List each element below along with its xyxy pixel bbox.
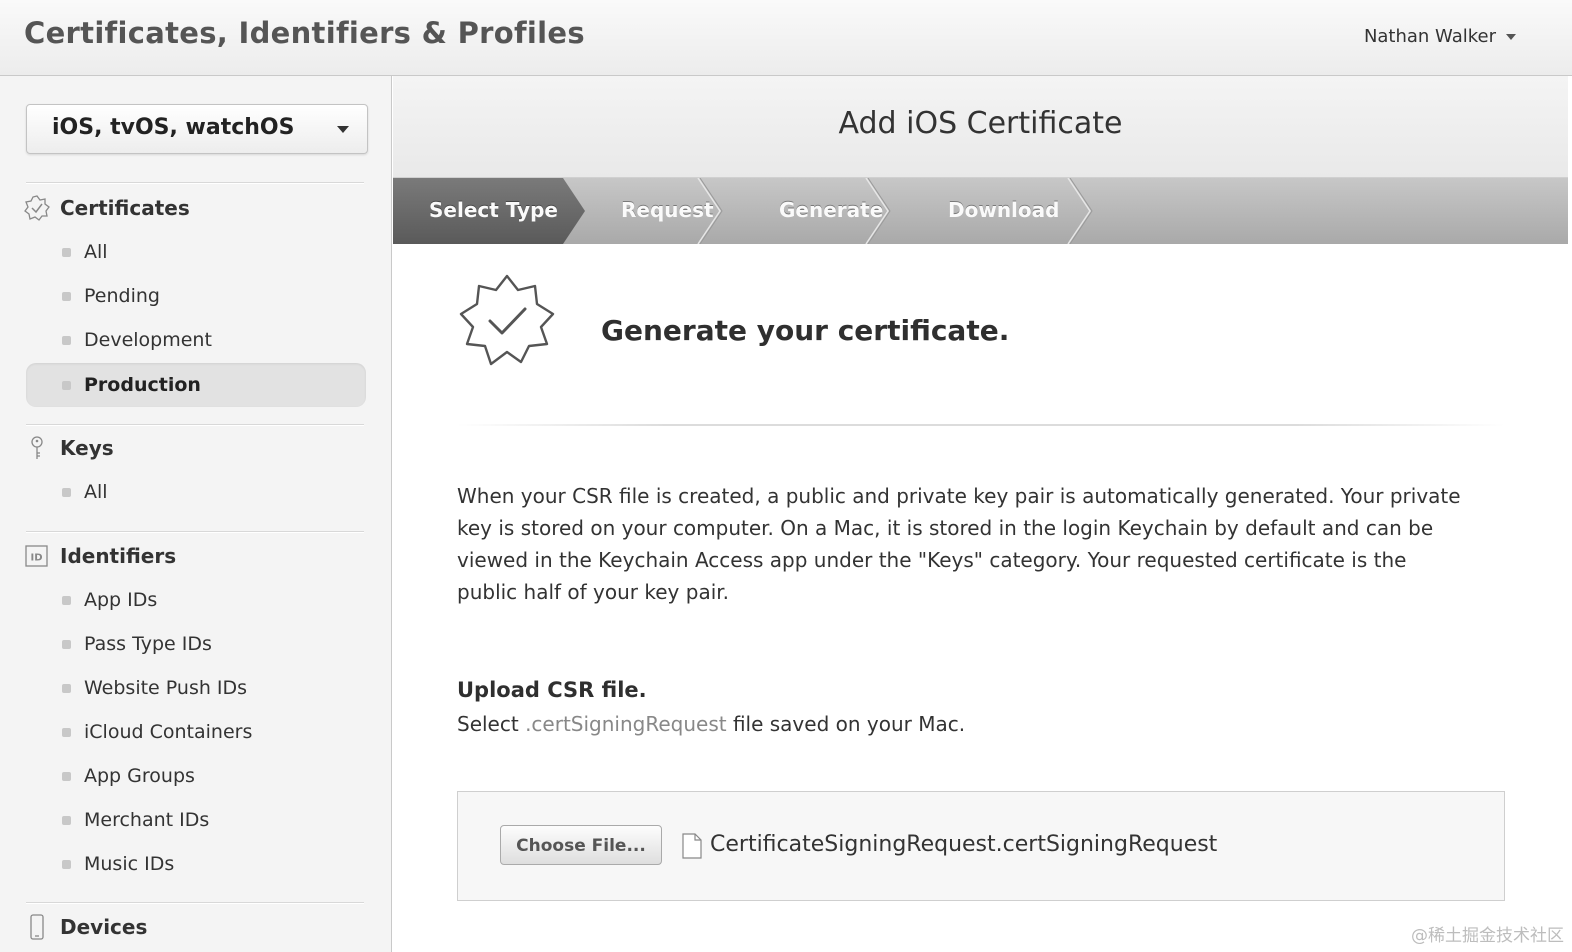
sidebar-item-certificates-all[interactable]: All: [26, 230, 366, 274]
certificate-badge-icon: [459, 274, 555, 366]
selected-file-name: CertificateSigningRequest.certSigningReq…: [710, 832, 1218, 857]
sidebar-item-label: Pass Type IDs: [84, 633, 212, 655]
sidebar-item-label: All: [84, 241, 108, 263]
sidebar-item-pending[interactable]: Pending: [26, 274, 366, 318]
sidebar-section-title: Certificates: [60, 196, 190, 220]
sidebar-item-app-groups[interactable]: App Groups: [26, 754, 366, 798]
sidebar-item-label: All: [84, 481, 108, 503]
user-menu[interactable]: Nathan Walker: [1364, 26, 1516, 47]
bullet-icon: [62, 335, 71, 345]
divider: [26, 531, 364, 533]
sidebar-item-label: Production: [84, 374, 201, 396]
generate-title: Generate your certificate.: [601, 314, 1010, 347]
file-upload-box: Choose File... CertificateSigningRequest…: [457, 791, 1505, 901]
user-name: Nathan Walker: [1363, 26, 1496, 47]
sidebar-item-icloud-containers[interactable]: iCloud Containers: [26, 710, 366, 754]
key-icon: [24, 435, 50, 461]
id-icon: ID: [24, 543, 50, 569]
bullet-icon: [62, 815, 71, 825]
sidebar-item-development[interactable]: Development: [26, 318, 366, 362]
sidebar-item-label: Development: [84, 329, 212, 351]
bullet-icon: [62, 859, 71, 869]
step-progress-bar: Select Type Request Generate Download: [393, 178, 1568, 244]
sidebar-item-label: Music IDs: [84, 853, 175, 875]
upload-hint-prefix: Select: [457, 712, 519, 736]
main-header: Add iOS Certificate: [393, 76, 1568, 178]
bullet-icon: [62, 639, 71, 649]
sidebar-section-keys[interactable]: Keys: [24, 434, 114, 462]
bullet-icon: [62, 487, 71, 497]
sidebar-item-music-ids[interactable]: Music IDs: [26, 842, 366, 886]
bullet-icon: [62, 727, 71, 737]
bullet-icon: [62, 595, 71, 605]
chevron-down-icon: [1506, 33, 1516, 40]
bullet-icon: [62, 247, 71, 257]
chevron-down-icon: [337, 126, 349, 133]
sidebar-item-keys-all[interactable]: All: [26, 470, 366, 514]
divider: [26, 182, 364, 184]
step-generate: Generate: [779, 198, 884, 222]
platform-select[interactable]: iOS, tvOS, watchOS: [26, 104, 368, 154]
sidebar-item-production[interactable]: Production: [26, 363, 366, 407]
sidebar-section-title: Identifiers: [60, 544, 177, 568]
bullet-icon: [62, 380, 71, 390]
device-icon: [24, 914, 50, 940]
main-content: Generate your certificate. When your CSR…: [393, 244, 1568, 952]
step-download: Download: [948, 198, 1060, 222]
platform-select-value: iOS, tvOS, watchOS: [52, 115, 295, 140]
app-title: Certificates, Identifiers & Profiles: [24, 16, 585, 50]
upload-hint-suffix: file saved on your Mac.: [732, 712, 966, 736]
sidebar-item-website-push-ids[interactable]: Website Push IDs: [26, 666, 366, 710]
upload-hint-extension: .certSigningRequest: [525, 712, 727, 736]
top-header: Certificates, Identifiers & Profiles Nat…: [0, 0, 1572, 76]
certificate-badge-icon: [24, 195, 50, 221]
sidebar-section-certificates[interactable]: Certificates: [24, 194, 190, 222]
bullet-icon: [62, 683, 71, 693]
bullet-icon: [62, 291, 71, 301]
bullet-icon: [62, 771, 71, 781]
page-title: Add iOS Certificate: [838, 106, 1123, 141]
sidebar-item-label: iCloud Containers: [84, 721, 253, 743]
divider: [26, 424, 364, 426]
step-select-type: Select Type: [429, 198, 558, 222]
sidebar-item-label: Website Push IDs: [84, 677, 248, 699]
sidebar-section-title: Keys: [60, 436, 114, 460]
sidebar: iOS, tvOS, watchOS Certificates All Pend…: [0, 76, 392, 952]
step-request: Request: [621, 198, 714, 222]
sidebar-section-title: Devices: [60, 915, 148, 939]
watermark: @稀土掘金技术社区: [1411, 926, 1564, 946]
sidebar-section-identifiers[interactable]: ID Identifiers: [24, 542, 176, 570]
sidebar-item-merchant-ids[interactable]: Merchant IDs: [26, 798, 366, 842]
document-icon: [682, 833, 702, 859]
description-text: When your CSR file is created, a public …: [457, 484, 1461, 604]
sidebar-section-devices[interactable]: Devices: [24, 913, 147, 941]
upload-hint: Select .certSigningRequest file saved on…: [457, 712, 965, 736]
sidebar-item-app-ids[interactable]: App IDs: [26, 578, 366, 622]
divider: [457, 424, 1505, 426]
upload-title: Upload CSR file.: [457, 678, 647, 702]
choose-file-button[interactable]: Choose File...: [500, 825, 662, 865]
divider: [26, 902, 364, 904]
svg-text:ID: ID: [30, 553, 42, 564]
sidebar-item-label: Pending: [84, 285, 160, 307]
sidebar-item-pass-type-ids[interactable]: Pass Type IDs: [26, 622, 366, 666]
sidebar-item-label: Merchant IDs: [84, 809, 210, 831]
sidebar-item-label: App IDs: [84, 589, 158, 611]
sidebar-item-label: App Groups: [84, 765, 195, 787]
